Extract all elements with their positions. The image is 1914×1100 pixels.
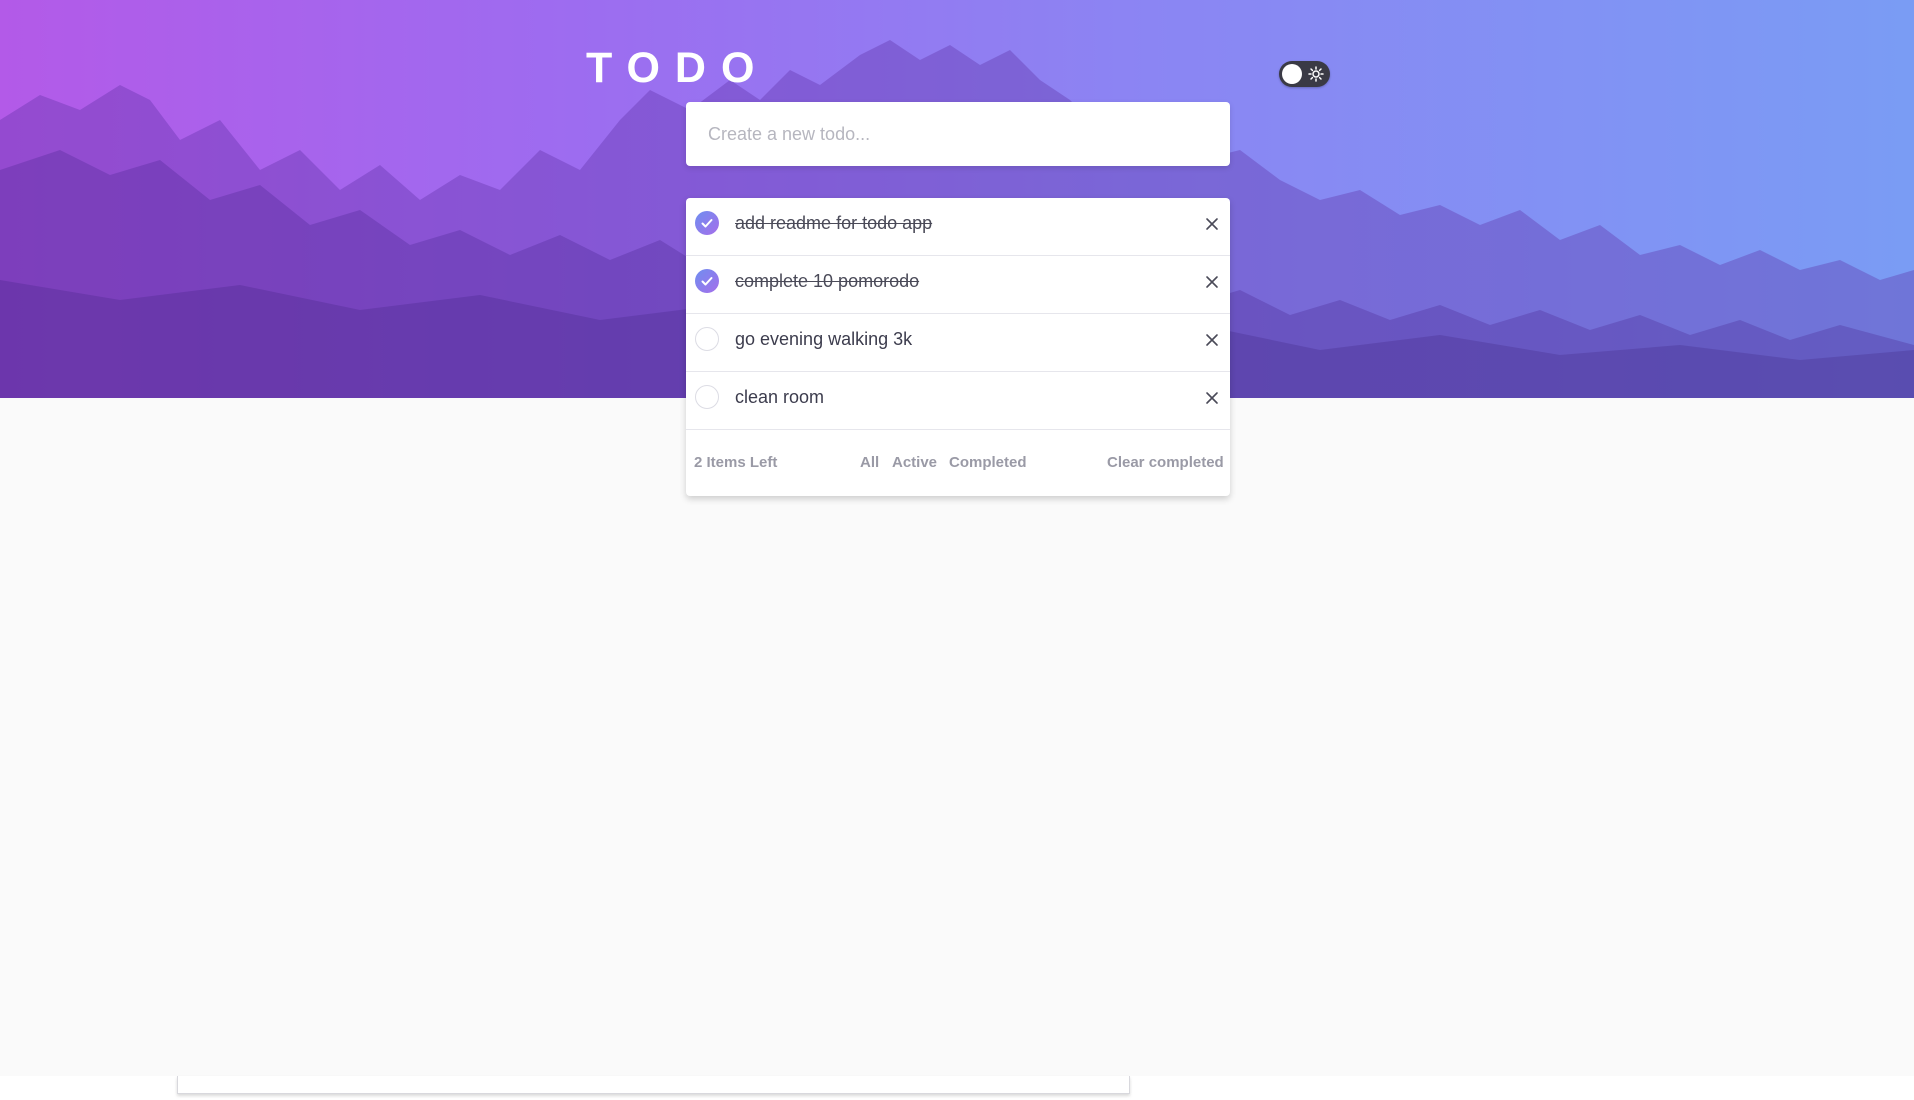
new-todo-box [686,102,1230,166]
close-icon[interactable] [1204,390,1220,406]
todo-item: add readme for todo app [686,198,1230,256]
todo-footer: 2 Items Left All Active Completed Clear … [686,430,1230,496]
app-title: TODO [586,44,770,92]
new-todo-input[interactable] [686,102,1230,166]
close-icon[interactable] [1204,216,1220,232]
completed-checkbox[interactable] [695,211,719,235]
theme-toggle[interactable] [1279,61,1330,87]
todo-item: go evening walking 3k [686,314,1230,372]
filter-active[interactable]: Active [892,454,937,472]
bottom-panel-edge [177,1076,1130,1094]
empty-checkbox[interactable] [695,385,719,409]
todo-item: complete 10 pomorodo [686,256,1230,314]
todo-text: clean room [735,387,825,407]
todo-text: add readme for todo app [735,213,933,233]
toggle-knob [1282,64,1302,84]
completed-checkbox[interactable] [695,269,719,293]
todo-text: go evening walking 3k [735,329,913,349]
check-icon [701,219,713,228]
close-icon[interactable] [1204,274,1220,290]
clear-completed-button[interactable]: Clear completed [1107,454,1224,472]
todo-list: add readme for todo app complete 10 pomo… [686,198,1230,496]
filter-all[interactable]: All [860,454,879,472]
empty-checkbox[interactable] [695,327,719,351]
items-left-count: 2 Items Left [694,454,778,471]
check-icon [701,277,713,286]
filter-completed[interactable]: Completed [949,454,1027,472]
todo-text: complete 10 pomorodo [735,271,920,291]
sun-icon [1308,66,1324,82]
todo-item: clean room [686,372,1230,430]
close-icon[interactable] [1204,332,1220,348]
